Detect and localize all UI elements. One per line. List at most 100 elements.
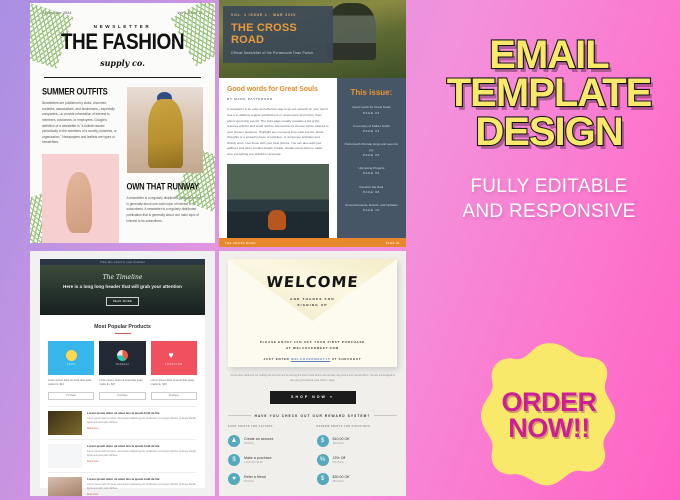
shop-article-list: Lorem ipsum dolor sit amet dos la ipsum … bbox=[40, 400, 205, 496]
template-preview-mosaic: September 2024 Vol 1 Issue 21 NEWSLETTER… bbox=[30, 0, 418, 500]
article-row[interactable]: Lorem ipsum dolor sit amet dos la ipsum … bbox=[48, 439, 197, 472]
order-now-badge[interactable]: ORDER NOW!! bbox=[469, 340, 629, 490]
issue-list-item[interactable]: In memory of Father Smith PAGE 03 bbox=[344, 124, 399, 135]
fashion-section2-body: A newsletter is a regularly distributed … bbox=[126, 196, 201, 223]
shop-hero-button[interactable]: READ MORE bbox=[105, 297, 140, 306]
article-read-more-link[interactable]: Read more bbox=[87, 494, 197, 496]
product-card[interactable]: ASOS Lorem ipsum dolor sit amet duis quae… bbox=[48, 341, 95, 400]
fashion-kicker: NEWSLETTER bbox=[93, 24, 152, 29]
reward-row: ♥ Refer a friend 50 Points bbox=[228, 472, 309, 485]
crossroad-footer: THE CROSS ROAD PAGE 01 bbox=[219, 238, 406, 247]
reward-sub: 500 Points bbox=[332, 460, 344, 464]
product-image: HubSpot bbox=[99, 341, 146, 375]
reward-row: % 15% Off 500 Points bbox=[316, 453, 398, 466]
issue-item-title: In memory of Father Smith bbox=[353, 123, 390, 128]
reward-row: $ Make a purchase 1 Point Per $1.00 bbox=[228, 453, 309, 466]
promo-title: EMAIL TEMPLATE DESIGN bbox=[446, 33, 654, 153]
article-read-more-link[interactable]: Read more bbox=[87, 428, 197, 430]
divider bbox=[228, 415, 251, 416]
crossroad-hero-image: VOL. 1 ISSUE 1 · MAR 2020 THE CROSS ROAD… bbox=[219, 0, 406, 79]
crossroad-title: THE CROSS ROAD bbox=[231, 22, 297, 46]
promo-title-line-1: EMAIL bbox=[488, 33, 611, 77]
article-row[interactable]: Lorem ipsum dolor sit amet dos la ipsum … bbox=[48, 472, 197, 496]
issue-item-title: Announcements, Events, and Updates bbox=[344, 203, 398, 208]
fashion-date: September 2024 bbox=[42, 11, 72, 15]
article-heading: Lorem ipsum dolor sit amet dos la ipsum … bbox=[87, 477, 160, 481]
reward-title: $30.00 Off bbox=[332, 474, 350, 479]
product-desc: Lorem ipsum dolor sit amet duis quae mat… bbox=[99, 379, 143, 387]
product-logo-icon bbox=[116, 350, 128, 361]
article-thumbnail bbox=[48, 444, 82, 468]
product-card[interactable]: HubSpot Lorem ipsum dolor sit amet duis q… bbox=[99, 341, 146, 400]
fashion-section1-heading: SUMMER OUTFITS bbox=[42, 86, 108, 97]
reward-sub: 50 Points bbox=[244, 479, 254, 483]
template-preview-shop[interactable]: View this email in your browser The Time… bbox=[30, 251, 215, 496]
issue-item-title: Upcoming Projects bbox=[358, 166, 385, 171]
article-row[interactable]: Lorem ipsum dolor sit amet dos la ipsum … bbox=[48, 406, 197, 439]
issue-list-item[interactable]: Upcoming Projects PAGE 06 bbox=[344, 166, 399, 177]
welcome-promo-code: JUST ENTER WELCOVERMEET15 AT CHECKOUT bbox=[263, 357, 362, 361]
fashion-section2-heading: OWN THAT RUNWAY bbox=[126, 181, 200, 192]
reward-sub: 50 Points bbox=[244, 441, 254, 445]
issue-list-item[interactable]: Good words for Great Souls PAGE 02 bbox=[344, 105, 399, 116]
issue-item-page: PAGE 06 bbox=[362, 171, 380, 176]
promo-code-link[interactable]: WELCOVERMEET15 bbox=[291, 357, 330, 361]
product-name: ASOS bbox=[66, 363, 76, 366]
product-card[interactable]: ♥ LOVECLUB Lorem ipsum dolor sit amet duis… bbox=[150, 341, 197, 400]
product-name: HubSpot bbox=[115, 363, 130, 366]
product-buy-button[interactable]: Purchase bbox=[48, 391, 95, 400]
order-now-text: ORDER NOW!! bbox=[501, 388, 597, 443]
product-image: ASOS bbox=[48, 341, 95, 375]
crossroad-volume: VOL. 1 ISSUE 1 · MAR 2020 bbox=[231, 13, 297, 17]
reward-row: ♟ Create an account 50 Points bbox=[228, 434, 309, 447]
issue-list-item[interactable]: Food for the Soul PAGE 08 bbox=[344, 185, 399, 196]
article-body: Lorem ipsum dolor sit amet, consectetur … bbox=[87, 417, 196, 425]
template-preview-crossroad[interactable]: VOL. 1 ISSUE 1 · MAR 2020 THE CROSS ROAD… bbox=[219, 0, 406, 247]
crossroad-footer-right: PAGE 01 bbox=[385, 240, 400, 245]
product-logo-icon: ♥ bbox=[168, 350, 174, 360]
promo-title-line-2: TEMPLATE bbox=[446, 71, 654, 116]
promo-subtitle-line-2: AND RESPONSIVE bbox=[462, 201, 636, 223]
percent-icon: % bbox=[316, 453, 329, 466]
promo-subtitle: FULLY EDITABLE AND RESPONSIVE bbox=[462, 174, 635, 224]
crossroad-issue-list: Good words for Great Souls PAGE 02 In memo… bbox=[344, 105, 399, 213]
article-heading: Lorem ipsum dolor sit amet dos la ipsum … bbox=[87, 444, 160, 448]
promo-subtitle-line-1: FULLY EDITABLE bbox=[470, 176, 628, 198]
earn-list: ♟ Create an account 50 Points $ Make a purch… bbox=[228, 434, 309, 485]
product-buy-button[interactable]: Purchase bbox=[99, 391, 146, 400]
issue-item-page: PAGE 08 bbox=[362, 189, 380, 194]
fashion-subtitle: supply co. bbox=[100, 58, 145, 68]
reward-row: $ $30.00 Off 250 Points bbox=[316, 472, 398, 485]
crossroad-tagline: Official Newsletter of the Portsmouth To… bbox=[231, 51, 314, 55]
reward-sub: 250 Points bbox=[332, 479, 344, 483]
badge-line-2: NOW!! bbox=[508, 413, 590, 443]
welcome-title: WELCOME bbox=[265, 273, 360, 291]
product-buy-button[interactable]: Purchase bbox=[150, 391, 197, 400]
shop-product-grid: ASOS Lorem ipsum dolor sit amet duis quae… bbox=[40, 334, 205, 400]
fashion-title: THE FASHION bbox=[60, 30, 185, 55]
crossroad-article-body: A newsletter is an easy and effective wa… bbox=[227, 107, 329, 156]
divider bbox=[44, 77, 201, 79]
crossroad-issue-heading: This issue: bbox=[350, 88, 393, 98]
issue-list-item[interactable]: Announcements, Events, and Updates PAGE 1… bbox=[344, 203, 399, 214]
issue-list-item[interactable]: Portsmouth Chorale sings and sees for jo… bbox=[344, 142, 399, 158]
crossroad-article-heading: Good words for Great Souls bbox=[227, 86, 318, 94]
divider bbox=[374, 415, 398, 416]
rewards-heading: HAVE YOU CHECK OUT OUR REWARD SYSTEM? bbox=[228, 413, 398, 418]
fashion-section1-body: Newsletters are published by clubs, chur… bbox=[42, 101, 117, 145]
dollar-icon: $ bbox=[228, 453, 240, 466]
reward-row: $ $10.00 Off 100 Points bbox=[316, 434, 398, 447]
article-thumbnail bbox=[48, 411, 82, 435]
article-body: Lorem ipsum dolor sit amet, consectetur … bbox=[87, 483, 196, 491]
template-preview-fashion[interactable]: September 2024 Vol 1 Issue 21 NEWSLETTER… bbox=[30, 3, 215, 243]
article-body: Lorem ipsum dolor sit amet, consectetur … bbox=[87, 450, 196, 458]
product-image: ♥ LOVECLUB bbox=[150, 341, 197, 375]
issue-item-page: PAGE 03 bbox=[362, 129, 380, 134]
article-heading: Lorem ipsum dolor sit amet dos la ipsum … bbox=[87, 411, 160, 415]
welcome-note: You've been added to our mailing list an… bbox=[230, 374, 395, 382]
article-read-more-link[interactable]: Read more bbox=[87, 461, 197, 463]
shop-now-button[interactable]: SHOP NOW » bbox=[269, 390, 356, 404]
template-preview-welcome[interactable]: WELCOME AND THANKS FOR SIGNING UP PLEASE… bbox=[219, 251, 406, 496]
issue-item-title: Food for the Soul bbox=[359, 184, 384, 189]
person-silhouette bbox=[327, 3, 377, 60]
